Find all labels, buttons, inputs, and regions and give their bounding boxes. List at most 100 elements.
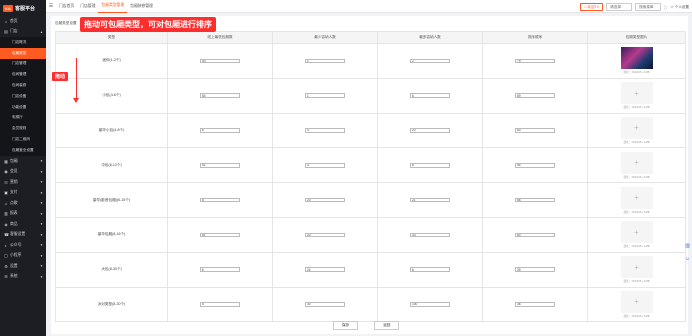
upload-plus-icon[interactable]: + bbox=[620, 82, 653, 105]
image-uploader[interactable]: + 建议：720x405 ≤ 1MB bbox=[588, 186, 685, 214]
side-panel-icon[interactable]: ▥ bbox=[685, 243, 690, 249]
min-online-input[interactable] bbox=[200, 128, 240, 133]
side-service-icon[interactable]: ☺ bbox=[685, 256, 690, 262]
sort-input[interactable] bbox=[515, 232, 555, 238]
sidebar-subitem[interactable]: 会员规则 bbox=[0, 123, 46, 135]
sidebar-subitem[interactable]: 门店设备 bbox=[0, 90, 46, 102]
user-settings[interactable]: ☺ 个人设置 bbox=[670, 5, 689, 10]
sidebar-subitem[interactable]: 包间装修 bbox=[0, 80, 46, 91]
min-people-input[interactable] bbox=[305, 267, 345, 272]
image-uploader[interactable]: + 建议：720x405 ≤ 1MB bbox=[588, 256, 685, 283]
image-uploader[interactable]: + 建议：720x405 ≤ 1MB bbox=[588, 116, 685, 144]
top-tab[interactable]: 门店首页 bbox=[56, 0, 77, 13]
upload-plus-icon[interactable]: + bbox=[620, 221, 653, 244]
min-online-input[interactable] bbox=[200, 58, 240, 64]
sort-input[interactable] bbox=[515, 197, 555, 203]
table-row[interactable]: 派对类型(8-30个) +建议：720x405 ≤ 1MB bbox=[55, 286, 686, 323]
image-uploader[interactable]: + 建议：720x405 ≤ 1MB bbox=[588, 221, 685, 248]
min-people-input[interactable] bbox=[305, 197, 345, 203]
max-people-input[interactable] bbox=[410, 267, 450, 272]
image-uploader[interactable]: + 建议：720x405 ≤ 1MB bbox=[588, 82, 685, 109]
sidebar-group[interactable]: ☰ 系统 ▼ bbox=[0, 271, 46, 282]
table-row[interactable]: 迷你(1-2个) 建议：720x405 ≤ 1MB bbox=[55, 43, 686, 79]
max-people-input[interactable] bbox=[410, 128, 450, 133]
sidebar-group[interactable]: ◉ 会员 ▼ bbox=[0, 166, 46, 177]
menu-toggle-icon[interactable]: ☰ bbox=[46, 3, 56, 9]
sort-input[interactable] bbox=[515, 128, 555, 133]
sidebar-item[interactable]: ⌂ 首页 bbox=[0, 16, 46, 27]
upload-plus-icon[interactable]: + bbox=[620, 116, 653, 139]
back-button[interactable]: 返回 bbox=[374, 321, 400, 330]
image-uploader[interactable]: + 建议：720x405 ≤ 1MB bbox=[588, 151, 685, 179]
max-people-input[interactable] bbox=[410, 302, 450, 307]
table-row[interactable]: 小包(4-6个) +建议：720x405 ≤ 1MB bbox=[55, 77, 686, 114]
sidebar-group[interactable]: ▦ 包厢 ▼ bbox=[0, 156, 46, 167]
max-people-input[interactable] bbox=[410, 58, 450, 64]
search-menu-input[interactable]: 搜索菜单 bbox=[635, 3, 662, 11]
min-people-input[interactable] bbox=[305, 162, 345, 168]
sidebar-subitem[interactable]: 包间管理 bbox=[0, 69, 46, 81]
table-row[interactable]: 中包(6-12个) +建议：720x405 ≤ 1MB bbox=[55, 147, 686, 184]
sidebar-subitem[interactable]: 门店管理 bbox=[0, 58, 46, 70]
min-online-input[interactable] bbox=[200, 162, 240, 168]
tv-button[interactable]: □ 欢迎TV bbox=[580, 3, 604, 11]
sort-input[interactable] bbox=[515, 267, 555, 272]
cell-min-people bbox=[272, 112, 378, 149]
room-type-name: 豪华(影音包厢)(6-15个) bbox=[55, 182, 168, 218]
room-type-image[interactable] bbox=[620, 47, 653, 70]
sidebar-group[interactable]: ☷ 营销 ▼ bbox=[0, 177, 46, 188]
min-people-input[interactable] bbox=[305, 302, 345, 307]
sidebar-group[interactable]: ◐ 公众号 ▼ bbox=[0, 240, 46, 251]
min-online-input[interactable] bbox=[200, 232, 240, 238]
max-people-input[interactable] bbox=[410, 93, 450, 98]
min-people-input[interactable] bbox=[305, 128, 345, 133]
table-row[interactable]: 大包(8-30个) +建议：720x405 ≤ 1MB bbox=[55, 251, 686, 288]
sidebar-subitem[interactable]: 门店二维码 bbox=[0, 134, 46, 145]
fullscreen-icon[interactable]: ⛶ bbox=[664, 5, 667, 10]
image-uploader[interactable]: 建议：720x405 ≤ 1MB bbox=[588, 47, 685, 74]
sort-input[interactable] bbox=[515, 93, 555, 98]
min-people-input[interactable] bbox=[305, 93, 345, 98]
sidebar-group-icon: ◉ bbox=[4, 169, 8, 175]
sidebar-group[interactable]: ☎ 客服设置 ▼ bbox=[0, 229, 46, 240]
sidebar-subitem[interactable]: 包厢营业设置 bbox=[0, 144, 46, 156]
sort-input[interactable] bbox=[515, 58, 555, 64]
sidebar-group[interactable]: ◈ 商品 ▼ bbox=[0, 219, 46, 230]
sidebar-group[interactable]: ▢ 小程序 ▼ bbox=[0, 250, 46, 261]
sidebar-subitem[interactable]: 门店概况 bbox=[0, 37, 46, 48]
sort-input[interactable] bbox=[515, 302, 555, 307]
max-people-input[interactable] bbox=[410, 162, 450, 168]
sidebar-subitem[interactable]: 功能设置 bbox=[0, 101, 46, 113]
image-uploader[interactable]: + 建议：720x405 ≤ 1MB bbox=[588, 290, 685, 318]
sort-input[interactable] bbox=[515, 162, 555, 168]
top-tab[interactable]: 包厢装修管理 bbox=[127, 0, 156, 13]
min-online-input[interactable] bbox=[200, 302, 240, 307]
sidebar-group[interactable]: ⚙ 设置 ▼ bbox=[0, 261, 46, 272]
min-online-input[interactable] bbox=[200, 93, 240, 98]
sidebar-group[interactable]: ▥ 报表 ▼ bbox=[0, 208, 46, 219]
sidebar-group[interactable]: ▣ 支付 ▼ bbox=[0, 187, 46, 198]
sidebar-group[interactable]: ♫ 点歌 ▼ bbox=[0, 198, 46, 209]
sidebar-item[interactable]: ▤ 门店 ▲ bbox=[0, 27, 46, 38]
store-select[interactable]: 请选择 bbox=[606, 3, 633, 11]
min-online-input[interactable] bbox=[200, 197, 240, 203]
upload-plus-icon[interactable]: + bbox=[620, 256, 653, 279]
top-tab[interactable]: 门店管理 bbox=[77, 0, 98, 13]
upload-plus-icon[interactable]: + bbox=[620, 186, 653, 209]
sidebar-subitem[interactable]: 包厢类型 bbox=[0, 47, 46, 59]
min-people-input[interactable] bbox=[305, 232, 345, 238]
max-people-input[interactable] bbox=[410, 197, 450, 203]
top-tab[interactable]: 包厢类型管理 bbox=[98, 0, 128, 13]
min-online-input[interactable] bbox=[200, 267, 240, 272]
upload-plus-icon[interactable]: + bbox=[620, 151, 653, 174]
table-row[interactable]: 豪华(影音包厢)(6-15个) +建议：720x405 ≤ 1MB bbox=[55, 182, 686, 218]
cell-image: 建议：720x405 ≤ 1MB bbox=[587, 43, 686, 79]
table-row[interactable]: 豪华包厢(8-16个) +建议：720x405 ≤ 1MB bbox=[55, 216, 686, 253]
upload-plus-icon[interactable]: + bbox=[620, 290, 653, 313]
save-button[interactable]: 保存 bbox=[333, 321, 359, 330]
table-row[interactable]: 豪华小包(4-8个) +建议：720x405 ≤ 1MB bbox=[55, 112, 686, 149]
logo[interactable]: KA 客服平台 bbox=[0, 0, 46, 16]
min-people-input[interactable] bbox=[305, 58, 345, 64]
sidebar-subitem[interactable]: 电梯厅 bbox=[0, 112, 46, 124]
max-people-input[interactable] bbox=[410, 232, 450, 238]
